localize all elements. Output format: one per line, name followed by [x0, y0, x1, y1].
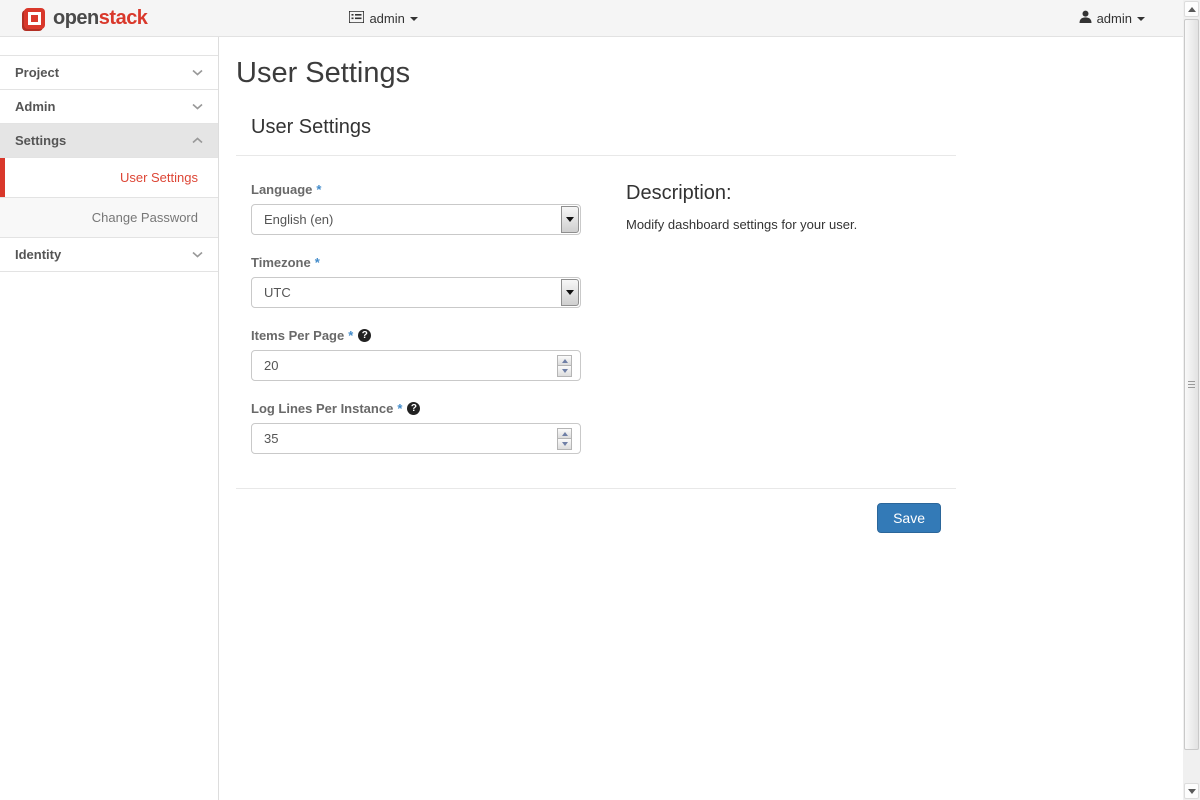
caret-down-icon [1137, 17, 1145, 21]
logo-text-stack: stack [99, 7, 148, 29]
spinner-down-button[interactable] [558, 439, 571, 449]
chevron-down-icon [192, 251, 203, 258]
sidebar-item-user-settings[interactable]: User Settings [0, 157, 218, 197]
page-title: User Settings [236, 57, 956, 90]
required-asterisk: * [397, 401, 402, 416]
caret-down-icon [410, 17, 418, 21]
project-selector-dropdown[interactable]: admin [349, 11, 417, 26]
main-content: User Settings User Settings Language * E… [220, 37, 956, 533]
spinner-down-icon [562, 369, 568, 373]
field-label-text: Timezone [251, 255, 311, 270]
scrollbar-thumb[interactable] [1184, 19, 1199, 750]
user-icon [1079, 10, 1092, 26]
log-lines-input[interactable]: 35 [251, 423, 581, 454]
projects-list-icon [349, 11, 364, 26]
logo-text-open: open [53, 7, 99, 29]
spinner-up-button[interactable] [558, 356, 571, 366]
save-button[interactable]: Save [877, 503, 941, 533]
sidebar-section-label: Identity [15, 239, 61, 271]
sidebar-section-label: Admin [15, 91, 55, 123]
field-label-text: Language [251, 182, 312, 197]
select-dropdown-button[interactable] [561, 279, 579, 306]
spinner-up-icon [562, 432, 568, 436]
scroll-up-icon [1188, 7, 1196, 12]
dropdown-arrow-icon [566, 290, 574, 295]
sidebar-nav: Project Admin Settings [0, 55, 218, 272]
section-title: User Settings [251, 116, 956, 139]
spinner-up-icon [562, 359, 568, 363]
items-per-page-value: 20 [252, 351, 580, 380]
field-label: Timezone * [251, 255, 581, 270]
required-asterisk: * [315, 255, 320, 270]
help-icon[interactable]: ? [407, 402, 420, 415]
chevron-down-icon [192, 69, 203, 76]
logo-text: openstack [53, 7, 147, 30]
vertical-scrollbar[interactable] [1183, 0, 1200, 800]
help-icon[interactable]: ? [358, 329, 371, 342]
field-label: Language * [251, 182, 581, 197]
language-select-value: English (en) [252, 205, 580, 234]
divider [236, 155, 956, 156]
field-items-per-page: Items Per Page * ? 20 [251, 328, 581, 381]
dropdown-arrow-icon [566, 217, 574, 222]
items-per-page-input[interactable]: 20 [251, 350, 581, 381]
top-navbar: openstack admin admin [0, 0, 1183, 37]
description-title: Description: [626, 182, 956, 205]
sidebar-section-admin[interactable]: Admin [0, 89, 218, 123]
timezone-select[interactable]: UTC [251, 277, 581, 308]
scrollbar-up-button[interactable] [1184, 1, 1199, 17]
description-panel: Description: Modify dashboard settings f… [581, 182, 956, 474]
scroll-down-icon [1188, 789, 1196, 794]
sidebar-section-label: Project [15, 57, 59, 89]
project-selector-label: admin [369, 11, 404, 26]
sidebar-section-project[interactable]: Project [0, 55, 218, 89]
openstack-logo[interactable]: openstack [24, 7, 147, 30]
sidebar-section-label: Settings [15, 125, 66, 157]
chevron-down-icon [192, 103, 203, 110]
sidebar-item-label: Change Password [0, 198, 218, 237]
form-actions: Save [236, 489, 956, 533]
field-timezone: Timezone * UTC [251, 255, 581, 308]
spinner-down-icon [562, 442, 568, 446]
sidebar-section-settings[interactable]: Settings [0, 123, 218, 157]
openstack-logo-icon [24, 8, 45, 29]
field-log-lines: Log Lines Per Instance * ? 35 [251, 401, 581, 454]
spinner-down-button[interactable] [558, 366, 571, 376]
sidebar-item-label: User Settings [0, 158, 218, 197]
field-label: Log Lines Per Instance * ? [251, 401, 581, 416]
settings-form: Language * English (en) Timezone * UTC [251, 182, 581, 474]
spinner-up-button[interactable] [558, 429, 571, 439]
number-spinner [557, 355, 572, 377]
sidebar: Project Admin Settings [0, 37, 219, 800]
user-menu-dropdown[interactable]: admin [1079, 10, 1145, 26]
scrollbar-down-button[interactable] [1184, 783, 1199, 799]
required-asterisk: * [348, 328, 353, 343]
user-menu-label: admin [1097, 11, 1132, 26]
chevron-up-icon [192, 137, 203, 144]
language-select[interactable]: English (en) [251, 204, 581, 235]
select-dropdown-button[interactable] [561, 206, 579, 233]
sidebar-section-identity[interactable]: Identity [0, 237, 218, 272]
description-body: Modify dashboard settings for your user. [626, 217, 956, 232]
number-spinner [557, 428, 572, 450]
field-label: Items Per Page * ? [251, 328, 581, 343]
sidebar-item-change-password[interactable]: Change Password [0, 197, 218, 237]
log-lines-value: 35 [252, 424, 580, 453]
scrollbar-grip [1188, 381, 1195, 390]
field-label-text: Log Lines Per Instance [251, 401, 393, 416]
timezone-select-value: UTC [252, 278, 580, 307]
field-language: Language * English (en) [251, 182, 581, 235]
field-label-text: Items Per Page [251, 328, 344, 343]
required-asterisk: * [316, 182, 321, 197]
